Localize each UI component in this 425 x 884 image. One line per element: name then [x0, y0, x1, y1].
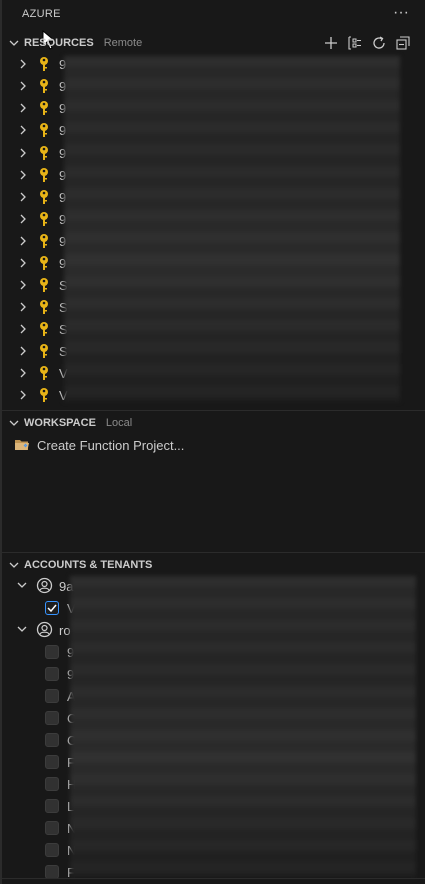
key-icon [37, 365, 51, 381]
account-icon [36, 577, 53, 597]
create-function-project-label: Create Function Project... [37, 437, 185, 453]
chevron-right-icon[interactable] [16, 212, 30, 226]
accounts-header-label: ACCOUNTS & TENANTS [24, 559, 153, 571]
tenant-checkbox[interactable] [45, 645, 59, 659]
create-function-project-item[interactable]: Create Function Project... [14, 434, 184, 456]
section-divider [2, 410, 425, 411]
chevron-right-icon[interactable] [16, 146, 30, 160]
chevron-right-icon[interactable] [16, 344, 30, 358]
chevron-down-icon[interactable] [6, 35, 22, 51]
chevron-down-icon[interactable] [6, 557, 22, 573]
key-icon [37, 277, 51, 293]
panel-titlebar: AZURE ··· [2, 0, 425, 30]
chevron-down-icon[interactable] [16, 579, 28, 594]
key-icon [37, 321, 51, 337]
more-actions-icon[interactable]: ··· [393, 4, 409, 22]
chevron-right-icon[interactable] [16, 79, 30, 93]
chevron-right-icon[interactable] [16, 278, 30, 292]
key-icon [37, 122, 51, 138]
tenant-checkbox[interactable] [45, 689, 59, 703]
account-icon [36, 621, 53, 641]
key-icon [37, 299, 51, 315]
workspace-section-header[interactable]: WORKSPACE Local [2, 412, 425, 434]
accounts-section-header[interactable]: ACCOUNTS & TENANTS [2, 554, 425, 576]
tenant-checkbox[interactable] [45, 865, 59, 879]
key-icon [37, 56, 51, 72]
chevron-right-icon[interactable] [16, 300, 30, 314]
redacted-region [64, 56, 400, 402]
tenant-checkbox[interactable] [45, 843, 59, 857]
refresh-icon[interactable] [371, 35, 387, 51]
tenant-checkbox[interactable] [45, 799, 59, 813]
section-divider [2, 552, 425, 553]
section-divider [2, 878, 425, 879]
chevron-right-icon[interactable] [16, 322, 30, 336]
workspace-sub-label: Local [105, 417, 133, 429]
chevron-right-icon[interactable] [16, 234, 30, 248]
chevron-right-icon[interactable] [16, 388, 30, 402]
chevron-right-icon[interactable] [16, 57, 30, 71]
key-icon [37, 78, 51, 94]
tenant-checkbox[interactable] [45, 777, 59, 791]
key-icon [37, 233, 51, 249]
key-icon [37, 255, 51, 271]
chevron-down-icon[interactable] [6, 415, 22, 431]
key-icon [37, 167, 51, 183]
key-icon [37, 387, 51, 403]
collapse-all-icon[interactable] [395, 35, 411, 51]
group-by-icon[interactable] [347, 35, 363, 51]
tenant-checkbox[interactable] [45, 667, 59, 681]
panel-title: AZURE [22, 8, 61, 20]
resources-header-label: RESOURCES [24, 37, 94, 49]
chevron-right-icon[interactable] [16, 190, 30, 204]
tenant-checkbox[interactable] [45, 711, 59, 725]
azure-panel: AZURE ··· RESOURCES Remote 9 9 9 9 9 9 9… [0, 0, 425, 884]
redacted-region [70, 576, 416, 878]
add-icon[interactable] [323, 35, 339, 51]
folder-icon [14, 437, 30, 453]
account-label: ro [59, 622, 71, 638]
chevron-right-icon[interactable] [16, 168, 30, 182]
tenant-checkbox[interactable] [45, 601, 59, 615]
key-icon [37, 100, 51, 116]
resources-actions [323, 32, 411, 54]
key-icon [37, 145, 51, 161]
workspace-header-label: WORKSPACE [24, 417, 96, 429]
tenant-checkbox[interactable] [45, 755, 59, 769]
key-icon [37, 189, 51, 205]
resources-sub-label: Remote [103, 37, 143, 49]
chevron-right-icon[interactable] [16, 123, 30, 137]
key-icon [37, 211, 51, 227]
tenant-checkbox[interactable] [45, 733, 59, 747]
key-icon [37, 343, 51, 359]
chevron-right-icon[interactable] [16, 366, 30, 380]
chevron-right-icon[interactable] [16, 101, 30, 115]
tenant-checkbox[interactable] [45, 821, 59, 835]
chevron-right-icon[interactable] [16, 256, 30, 270]
chevron-down-icon[interactable] [16, 623, 28, 638]
